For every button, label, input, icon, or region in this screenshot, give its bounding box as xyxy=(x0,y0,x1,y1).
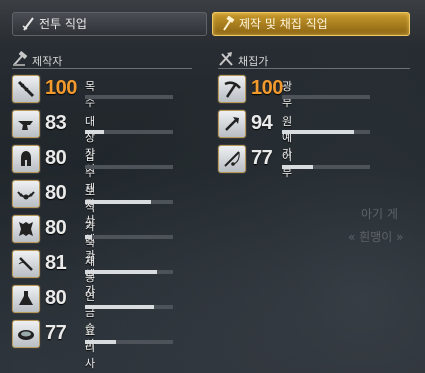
background-label: « 흰맹이 » xyxy=(348,230,404,244)
exp-bar xyxy=(85,165,173,169)
fisher-rod-icon xyxy=(218,145,246,173)
blacksmith-anvil-icon xyxy=(12,110,40,138)
divider xyxy=(12,68,192,69)
exp-bar xyxy=(85,305,173,309)
job-level: 100 xyxy=(251,77,283,99)
exp-bar xyxy=(85,95,173,99)
job-level: 77 xyxy=(251,147,273,169)
weaver-needle-icon xyxy=(12,250,40,278)
job-level: 81 xyxy=(45,252,67,274)
tab-combat-jobs[interactable]: 전투 직업 xyxy=(12,12,207,36)
exp-bar-fill xyxy=(85,340,116,344)
hammer-icon xyxy=(223,16,235,31)
job-level: 80 xyxy=(45,287,67,309)
tab-craft-gather-jobs[interactable]: 제작 및 채집 직업 xyxy=(212,12,410,36)
exp-bar-fill xyxy=(85,200,151,204)
job-level: 100 xyxy=(45,77,77,99)
exp-bar-fill xyxy=(282,165,313,169)
job-name: 요리사 xyxy=(85,325,96,370)
divider xyxy=(218,68,410,69)
exp-bar xyxy=(282,130,370,134)
exp-bar-fill xyxy=(85,270,158,274)
alchemist-flask-icon xyxy=(12,285,40,313)
job-level: 83 xyxy=(45,112,67,134)
gatherers-header: 채집가 xyxy=(218,51,410,69)
job-level: 80 xyxy=(45,217,67,239)
section-title: 제작자 xyxy=(32,55,63,68)
exp-bar xyxy=(85,270,173,274)
gatherer-tools-icon xyxy=(219,52,233,66)
goldsmith-necklace-icon xyxy=(12,180,40,208)
miner-pickaxe-icon xyxy=(218,75,246,103)
tab-bar: 전투 직업 제작 및 채집 직업 xyxy=(0,0,425,42)
sword-icon xyxy=(22,17,34,31)
exp-bar-fill xyxy=(85,130,105,134)
exp-bar xyxy=(85,235,173,239)
tab-label: 전투 직업 xyxy=(39,17,87,31)
exp-bar xyxy=(85,340,173,344)
job-level: 80 xyxy=(45,182,67,204)
exp-bar xyxy=(282,165,370,169)
exp-bar xyxy=(85,200,173,204)
job-level: 77 xyxy=(45,322,67,344)
crafters-header: 제작자 xyxy=(12,51,192,69)
job-level: 80 xyxy=(45,147,67,169)
crafter-hammer-icon xyxy=(13,51,28,66)
exp-bar xyxy=(282,95,370,99)
armorer-helmet-icon xyxy=(12,145,40,173)
section-title: 채집가 xyxy=(238,55,269,68)
background-label: 아기 게 xyxy=(361,207,398,221)
job-name: 어부 xyxy=(282,150,293,179)
tab-label: 제작 및 채집 직업 xyxy=(239,17,328,31)
leatherworker-hide-icon xyxy=(12,215,40,243)
culinarian-pan-icon xyxy=(12,320,40,348)
carpenter-saw-icon xyxy=(12,75,40,103)
exp-bar-fill xyxy=(85,305,154,309)
exp-bar xyxy=(85,130,173,134)
job-name: 목수 xyxy=(85,80,96,109)
exp-bar-fill xyxy=(85,235,93,239)
exp-bar-fill xyxy=(282,130,355,134)
job-level: 94 xyxy=(251,112,273,134)
botanist-hatchet-icon xyxy=(218,110,246,138)
job-name: 광부 xyxy=(282,80,293,109)
